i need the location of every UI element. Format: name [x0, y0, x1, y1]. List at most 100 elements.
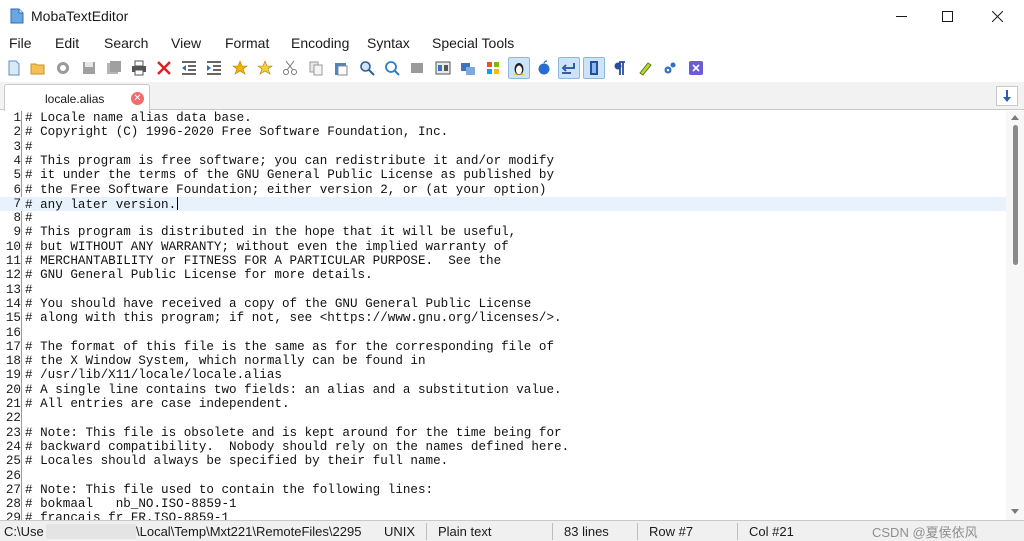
scrollbar-thumb[interactable]	[1013, 125, 1018, 265]
plugin-icon[interactable]	[685, 57, 707, 79]
line-text: # GNU General Public License for more de…	[25, 268, 373, 283]
editor-area[interactable]: 1 # Locale name alias data base. 2 # Copyri…	[0, 111, 1024, 520]
bookmark-star-icon[interactable]	[229, 57, 251, 79]
fullscreen-icon[interactable]	[406, 57, 428, 79]
editor-line[interactable]: 26	[0, 469, 1006, 483]
line-text: # Locales should always be specified by …	[25, 454, 449, 469]
text-caret	[177, 196, 179, 210]
highlighter-icon[interactable]	[634, 57, 656, 79]
editor-line[interactable]: 4 # This program is free software; you ca…	[0, 154, 1006, 168]
editor-line[interactable]: 7 # any later version.	[0, 196, 1006, 212]
line-number: 5	[13, 168, 21, 183]
status-separator	[552, 523, 553, 540]
column-mode-icon[interactable]	[583, 57, 605, 79]
editor-line[interactable]: 2 # Copyright (C) 1996-2020 Free Software…	[0, 125, 1006, 139]
line-number: 28	[5, 497, 21, 512]
line-number: 24	[5, 439, 21, 454]
editor-line[interactable]: 15 # along with this program; if not, see…	[0, 311, 1006, 325]
line-number: 14	[5, 296, 21, 311]
editor-line[interactable]: 9 # This program is distributed in the ho…	[0, 225, 1006, 239]
status-path-prefix: C:\Use	[4, 524, 44, 539]
indent-decrease-icon[interactable]	[178, 57, 200, 79]
copy-icon[interactable]	[305, 57, 327, 79]
editor-line[interactable]: 21 # All entries are case independent.	[0, 397, 1006, 411]
pilcrow-icon[interactable]	[609, 57, 631, 79]
bookmark-next-icon[interactable]	[254, 57, 276, 79]
search-icon[interactable]	[356, 57, 378, 79]
editor-line[interactable]: 23 # Note: This file is obsolete and is k…	[0, 426, 1006, 440]
tab-close-icon[interactable]: ✕	[131, 92, 144, 105]
line-number: 3	[13, 139, 21, 154]
editor-line[interactable]: 29 # francais fr_FR.ISO-8859-1	[0, 511, 1006, 520]
paste-icon[interactable]	[330, 57, 352, 79]
editor-line[interactable]: 10 # but WITHOUT ANY WARRANTY; without ev…	[0, 240, 1006, 254]
line-text: # /usr/lib/X11/locale/locale.alias	[25, 368, 282, 383]
menu-special-tools[interactable]: Special Tools	[432, 35, 514, 51]
editor-line[interactable]: 6 # the Free Software Foundation; either …	[0, 183, 1006, 197]
editor-line[interactable]: 8 #	[0, 211, 1006, 225]
line-number: 12	[5, 268, 21, 283]
arrow-down-icon[interactable]	[996, 86, 1018, 106]
menu-edit[interactable]: Edit	[55, 35, 79, 51]
new-file-icon[interactable]	[3, 57, 25, 79]
editor-line[interactable]: 11 # MERCHANTABILITY or FITNESS FOR A PAR…	[0, 254, 1006, 268]
menu-view[interactable]: View	[171, 35, 201, 51]
close-x-icon[interactable]	[153, 57, 175, 79]
tab-locale-alias[interactable]: locale.alias ✕	[4, 84, 150, 111]
cut-icon[interactable]	[279, 57, 301, 79]
editor-line[interactable]: 3 #	[0, 140, 1006, 154]
editor-line[interactable]: 27 # Note: This file used to contain the …	[0, 483, 1006, 497]
line-text: # but WITHOUT ANY WARRANTY; without even…	[25, 239, 509, 254]
line-number: 10	[5, 239, 21, 254]
editor-line[interactable]: 20 # A single line contains two fields: a…	[0, 383, 1006, 397]
editor-line[interactable]: 22	[0, 411, 1006, 425]
linux-icon[interactable]	[508, 57, 530, 79]
scroll-up-icon[interactable]	[1011, 115, 1019, 120]
editor-line[interactable]: 19 # /usr/lib/X11/locale/locale.alias	[0, 368, 1006, 382]
reload-icon[interactable]	[52, 57, 74, 79]
editor-line[interactable]: 28 # bokmaal nb_NO.ISO-8859-1	[0, 497, 1006, 511]
status-line-count: 83 lines	[564, 524, 609, 539]
open-folder-icon[interactable]	[27, 57, 49, 79]
editor-line[interactable]: 24 # backward compatibility. Nobody shoul…	[0, 440, 1006, 454]
vertical-scrollbar[interactable]	[1006, 111, 1024, 520]
editor-line[interactable]: 1 # Locale name alias data base.	[0, 111, 1006, 125]
editor-line[interactable]: 18 # the X Window System, which normally …	[0, 354, 1006, 368]
line-text: # This program is free software; you can…	[25, 153, 555, 168]
line-text: # Note: This file used to contain the fo…	[25, 482, 434, 497]
windows-icon[interactable]	[482, 57, 504, 79]
replace-icon[interactable]	[381, 57, 403, 79]
line-number: 21	[5, 397, 21, 411]
menu-file[interactable]: File	[9, 35, 32, 51]
watermark: CSDN @夏侯依风	[872, 525, 978, 540]
line-number: 19	[5, 368, 21, 383]
menu-format[interactable]: Format	[225, 35, 269, 51]
menu-bar: File Edit Search View Format Encoding Sy…	[0, 32, 1024, 54]
apple-icon[interactable]	[533, 57, 555, 79]
menu-search[interactable]: Search	[104, 35, 148, 51]
editor-line[interactable]: 16	[0, 326, 1006, 340]
compare-icon[interactable]	[457, 57, 479, 79]
editor-line[interactable]: 14 # You should have received a copy of t…	[0, 297, 1006, 311]
menu-encoding[interactable]: Encoding	[291, 35, 349, 51]
minimize-icon[interactable]	[878, 0, 924, 32]
editor-line[interactable]: 5 # it under the terms of the GNU General…	[0, 168, 1006, 182]
save-all-icon[interactable]	[103, 57, 125, 79]
editor-line[interactable]: 17 # The format of this file is the same …	[0, 340, 1006, 354]
line-number: 4	[13, 153, 21, 168]
print-icon[interactable]	[128, 57, 150, 79]
editor-line[interactable]: 12 # GNU General Public License for more …	[0, 268, 1006, 282]
close-icon[interactable]	[974, 0, 1020, 32]
split-view-icon[interactable]	[432, 57, 454, 79]
settings-icon[interactable]	[659, 57, 681, 79]
indent-increase-icon[interactable]	[203, 57, 225, 79]
line-text: # The format of this file is the same as…	[25, 339, 555, 354]
maximize-icon[interactable]	[924, 0, 970, 32]
menu-syntax[interactable]: Syntax	[367, 35, 410, 51]
editor-line[interactable]: 25 # Locales should always be specified b…	[0, 454, 1006, 468]
word-wrap-icon[interactable]	[558, 57, 580, 79]
scroll-down-icon[interactable]	[1011, 509, 1019, 514]
save-icon[interactable]	[78, 57, 100, 79]
editor-line[interactable]: 13 #	[0, 283, 1006, 297]
status-col: Col #21	[749, 524, 794, 539]
